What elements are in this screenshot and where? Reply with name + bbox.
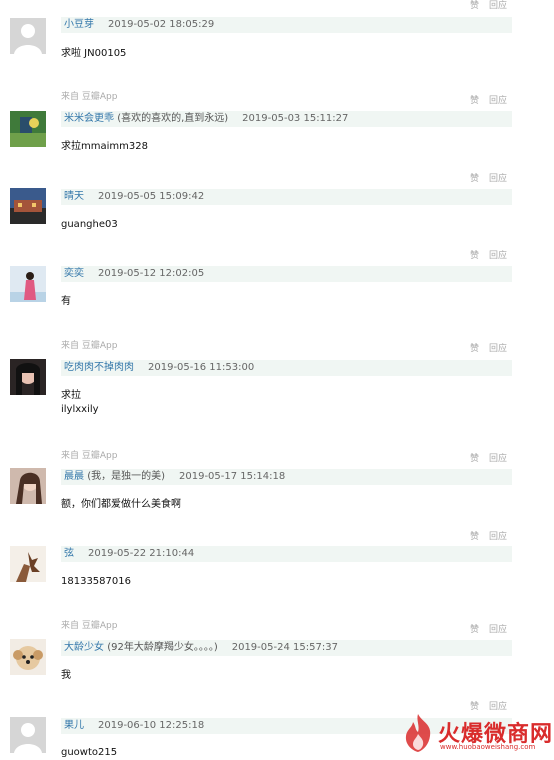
watermark-logo: 火爆微商网 www.huobaoweishang.com [398,712,552,755]
username-link[interactable]: 大龄少女 [64,642,104,653]
username-link[interactable]: 晴天 [64,191,84,202]
like-button[interactable]: 赞 [470,454,479,464]
username-link[interactable]: 吃肉肉不掉肉肉 [64,362,134,373]
avatar[interactable] [10,546,46,582]
user-signature: (喜欢的喜欢的,直到永远) [117,113,229,124]
username-link[interactable]: 弦 [64,548,74,559]
comment-header: 吃肉肉不掉肉肉 2019-05-16 11:53:00 [61,360,512,376]
comment-timestamp: 2019-05-22 21:10:44 [88,548,195,559]
comment-action-bar: 赞回应 [470,529,507,542]
avatar-evening-building-icon [10,188,46,224]
username-link[interactable]: 小豆芽 [64,19,94,30]
comment-action-bar: 赞回应 [470,451,507,464]
reply-button[interactable]: 回应 [489,96,507,106]
avatar[interactable] [10,111,46,147]
reply-button[interactable]: 回应 [489,532,507,542]
comment-text: 有 [61,296,71,307]
avatar-dark-girl-icon [10,359,46,395]
comment-action-bar: 赞回应 [470,171,507,184]
avatar-puppy-icon [10,639,46,675]
comment-timestamp: 2019-06-10 12:25:18 [98,720,205,731]
reply-button[interactable]: 回应 [489,625,507,635]
comment-timestamp: 2019-05-17 15:14:18 [179,471,286,482]
comment-header: 奕奕 2019-05-12 12:02:05 [61,266,512,282]
comment-text: ilylxxily [61,404,99,415]
avatar[interactable] [10,359,46,395]
comment-timestamp: 2019-05-02 18:05:29 [108,19,215,30]
avatar-deer-icon [10,546,46,582]
reply-button[interactable]: 回应 [489,251,507,261]
like-button[interactable]: 赞 [470,532,479,542]
comment-header: 晴天 2019-05-05 15:09:42 [61,189,512,205]
avatar[interactable] [10,266,46,302]
avatar-green-field-icon [10,111,46,147]
comment-source: 来自 豆瓣App [61,341,118,351]
comment-action-bar: 赞回应 [470,341,507,354]
comment-text: 求拉 [61,390,81,401]
username-link[interactable]: 奕奕 [64,268,84,279]
like-button[interactable]: 赞 [470,96,479,106]
comment-timestamp: 2019-05-05 15:09:42 [98,191,205,202]
like-button[interactable]: 赞 [470,251,479,261]
reply-button[interactable]: 回应 [489,454,507,464]
comment-header: 晨晨 (我，是独一的美) 2019-05-17 15:14:18 [61,469,512,485]
avatar[interactable] [10,468,46,504]
reply-button[interactable]: 回应 [489,174,507,184]
avatar[interactable] [10,18,46,54]
avatar[interactable] [10,188,46,224]
avatar[interactable] [10,639,46,675]
comment-source: 来自 豆瓣App [61,92,118,102]
comment-timestamp: 2019-05-24 15:57:37 [231,642,338,653]
reply-button[interactable]: 回应 [489,702,507,712]
username-link[interactable]: 晨晨 [64,471,84,482]
comment-text: 18133587016 [61,576,131,587]
comment-page: 赞回应赞回应赞回应赞回应赞回应赞回应赞回应赞回应赞回应 小豆芽 2019-05-0… [0,0,554,758]
watermark-url: www.huobaoweishang.com [440,743,536,751]
comment-text: 求拉mmaimm328 [61,141,148,152]
comment-text: guanghe03 [61,219,118,230]
comment-action-bar: 赞回应 [470,93,507,106]
comment-source: 来自 豆瓣App [61,621,118,631]
username-link[interactable]: 米米会更乖 [64,113,114,124]
avatar[interactable] [10,717,46,753]
comment-action-bar: 赞回应 [470,248,507,261]
reply-button[interactable]: 回应 [489,1,507,11]
comment-text: 额，你们都爱做什么美食啊 [61,499,181,510]
like-button[interactable]: 赞 [470,702,479,712]
comment-header: 小豆芽 2019-05-02 18:05:29 [61,17,512,33]
comment-text: guowto215 [61,747,118,758]
comment-timestamp: 2019-05-16 11:53:00 [148,362,255,373]
avatar-girl-pink-icon [10,266,46,302]
like-button[interactable]: 赞 [470,174,479,184]
comment-timestamp: 2019-05-03 15:11:27 [242,113,349,124]
comment-action-bar: 赞回应 [470,622,507,635]
comment-timestamp: 2019-05-12 12:02:05 [98,268,205,279]
comment-text: 求啦 JN00105 [61,48,127,59]
comment-action-bar: 赞回应 [470,699,507,712]
avatar-girl-portrait-icon [10,468,46,504]
user-signature: (92年大龄摩羯少女。。。。) [107,642,218,653]
comment-text: 我 [61,670,71,681]
like-button[interactable]: 赞 [470,344,479,354]
reply-button[interactable]: 回应 [489,344,507,354]
comment-action-bar: 赞回应 [470,0,507,11]
flame-icon [405,714,431,752]
comment-header: 大龄少女 (92年大龄摩羯少女。。。。) 2019-05-24 15:57:37 [61,640,512,656]
avatar-default-icon [10,18,46,54]
comment-header: 弦 2019-05-22 21:10:44 [61,546,512,562]
user-signature: (我，是独一的美) [87,471,165,482]
avatar-default-icon [10,717,46,753]
comment-header: 米米会更乖 (喜欢的喜欢的,直到永远) 2019-05-03 15:11:27 [61,111,512,127]
comment-source: 来自 豆瓣App [61,451,118,461]
like-button[interactable]: 赞 [470,1,479,11]
like-button[interactable]: 赞 [470,625,479,635]
username-link[interactable]: 果儿 [64,720,84,731]
